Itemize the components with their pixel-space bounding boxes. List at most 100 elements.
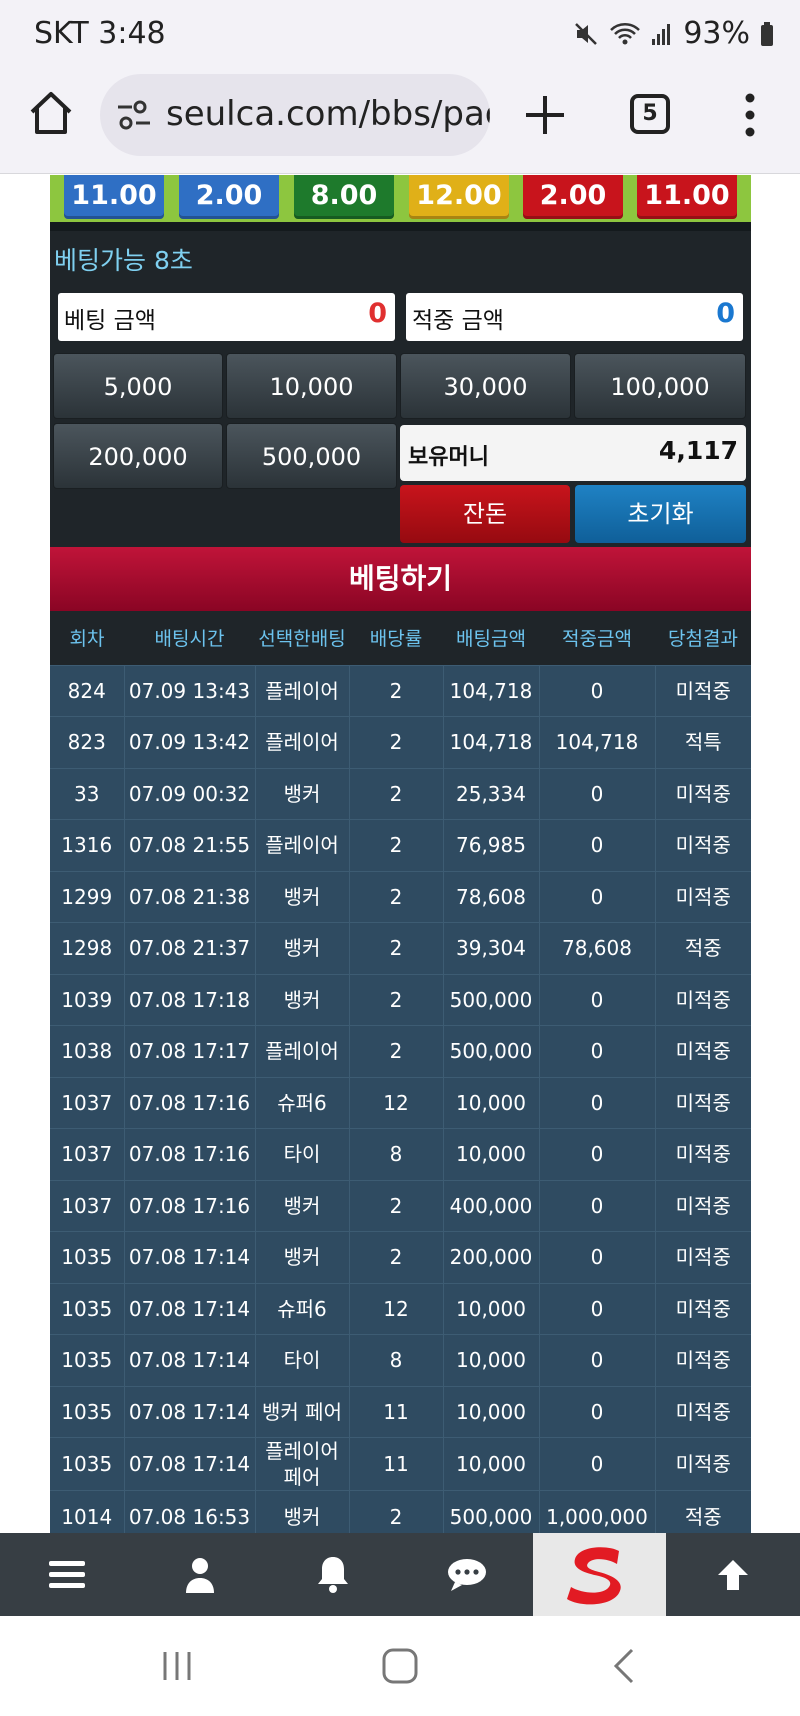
table-cell: 78,608 [539, 922, 656, 974]
wifi-icon [609, 21, 641, 47]
table-row: 1037 07.08 17:16 타이 8 10,000 0 미적중 [50, 1128, 751, 1180]
chip-button[interactable]: 30,000 [400, 353, 571, 419]
table-cell: 1038 [50, 1025, 125, 1077]
holding-money-box: 보유머니 4,117 [400, 425, 746, 481]
browser-toolbar: seulca.com/bbs/pag 5 [0, 70, 800, 174]
chat-button[interactable] [400, 1533, 533, 1616]
site-settings-icon[interactable] [116, 99, 152, 135]
table-cell: 2 [349, 819, 444, 871]
table-cell: 10,000 [443, 1334, 540, 1386]
table-cell: 0 [539, 1025, 656, 1077]
table-cell: 슈퍼6 [255, 1282, 350, 1335]
bottom-nav [0, 1533, 800, 1616]
chip-button[interactable]: 500,000 [226, 423, 397, 489]
table-cell: 0 [539, 870, 656, 923]
table-cell: 1037 [50, 1128, 125, 1180]
table-row: 824 07.09 13:43 플레이어 2 104,718 0 미적중 [50, 664, 751, 717]
odd-button[interactable]: 11.00 [64, 175, 164, 219]
table-cell: 8 [349, 1128, 444, 1180]
table-cell: 미적중 [655, 1282, 751, 1335]
site-logo-button[interactable] [533, 1533, 666, 1616]
new-tab-button[interactable] [522, 92, 568, 138]
odd-button[interactable]: 12.00 [409, 175, 509, 219]
table-cell: 1035 [50, 1334, 125, 1386]
table-cell: 1014 [50, 1490, 125, 1533]
table-cell: 타이 [255, 1128, 350, 1180]
table-cell: 2 [349, 767, 444, 820]
chip-button[interactable]: 10,000 [226, 353, 397, 419]
table-cell: 미적중 [655, 973, 751, 1026]
table-cell: 07.08 16:53 [124, 1490, 256, 1533]
table-cell: 07.08 17:16 [124, 1076, 256, 1129]
scroll-top-button[interactable] [666, 1533, 799, 1616]
more-vert-icon [745, 93, 755, 137]
table-cell: 플레이어 [255, 716, 350, 768]
place-bet-button[interactable]: 베팅하기 [50, 547, 751, 611]
table-row: 1035 07.08 17:14 타이 8 10,000 0 미적중 [50, 1334, 751, 1386]
recent-apps-button[interactable] [155, 1644, 199, 1688]
notification-button[interactable] [266, 1533, 399, 1616]
win-amount-label: 적중 금액 [412, 308, 504, 334]
table-cell: 미적중 [655, 1231, 751, 1283]
table-cell: 뱅커 [255, 767, 350, 820]
change-button[interactable]: 잔돈 [400, 485, 570, 543]
odd-button[interactable]: 2.00 [179, 175, 279, 219]
home-button[interactable] [26, 88, 76, 142]
tab-switcher-button[interactable]: 5 [630, 94, 670, 134]
chat-icon [447, 1558, 486, 1591]
home-nav-button[interactable] [378, 1644, 422, 1688]
table-cell: 0 [539, 1385, 656, 1438]
system-nav-bar [0, 1616, 800, 1716]
chip-button[interactable]: 100,000 [574, 353, 746, 419]
table-cell: 1299 [50, 870, 125, 923]
table-row: 1035 07.08 17:14 뱅커 2 200,000 0 미적중 [50, 1231, 751, 1283]
back-icon [613, 1648, 634, 1684]
table-cell: 1037 [50, 1179, 125, 1232]
table-cell: 1,000,000 [539, 1490, 656, 1533]
table-cell: 11 [349, 1385, 444, 1438]
table-cell: 823 [50, 716, 125, 768]
table-cell: 뱅커 [255, 1179, 350, 1232]
reset-button[interactable]: 초기화 [575, 485, 746, 543]
back-button[interactable] [604, 1644, 648, 1688]
table-cell: 2 [349, 922, 444, 974]
table-cell: 미적중 [655, 1334, 751, 1386]
table-cell: 39,304 [443, 922, 540, 974]
recent-apps-icon [163, 1652, 191, 1680]
mute-icon [573, 21, 599, 47]
table-cell: 슈퍼6 [255, 1076, 350, 1129]
table-cell: 0 [539, 973, 656, 1026]
table-cell: 적중 [655, 1490, 751, 1533]
home-square-icon [382, 1648, 418, 1684]
user-button[interactable] [133, 1533, 266, 1616]
odd-button[interactable]: 11.00 [637, 175, 737, 219]
table-cell: 1035 [50, 1282, 125, 1335]
table-cell: 07.09 00:32 [124, 767, 256, 820]
table-row: 1037 07.08 17:16 뱅커 2 400,000 0 미적중 [50, 1179, 751, 1232]
table-header: 당첨결과 [655, 611, 751, 665]
table-cell: 07.08 17:14 [124, 1231, 256, 1283]
bet-amount-value: 0 [368, 298, 387, 329]
arrow-up-icon [717, 1559, 748, 1590]
table-cell: 미적중 [655, 1128, 751, 1180]
page-content: 11.00 2.00 8.00 12.00 2.00 11.00 베팅가능 8초… [0, 175, 800, 1533]
table-row: 1038 07.08 17:17 플레이어 2 500,000 0 미적중 [50, 1025, 751, 1077]
chip-button[interactable]: 200,000 [53, 423, 223, 489]
menu-button[interactable] [0, 1533, 133, 1616]
table-cell: 뱅커 [255, 1490, 350, 1533]
address-bar[interactable]: seulca.com/bbs/pag [100, 74, 490, 156]
table-row: 1035 07.08 17:14 뱅커 페어 11 10,000 0 미적중 [50, 1385, 751, 1438]
table-cell: 2 [349, 973, 444, 1026]
table-cell: 500,000 [443, 1025, 540, 1077]
table-cell: 0 [539, 664, 656, 717]
table-row: 1039 07.08 17:18 뱅커 2 500,000 0 미적중 [50, 973, 751, 1026]
chip-button[interactable]: 5,000 [53, 353, 223, 419]
odd-button[interactable]: 8.00 [294, 175, 394, 219]
table-cell: 미적중 [655, 1437, 751, 1491]
table-header: 적중금액 [539, 611, 655, 665]
more-menu-button[interactable] [740, 90, 760, 140]
battery-percent: 93% [683, 16, 750, 51]
table-cell: 0 [539, 1179, 656, 1232]
table-row: 1298 07.08 21:37 뱅커 2 39,304 78,608 적중 [50, 922, 751, 974]
odd-button[interactable]: 2.00 [523, 175, 623, 219]
